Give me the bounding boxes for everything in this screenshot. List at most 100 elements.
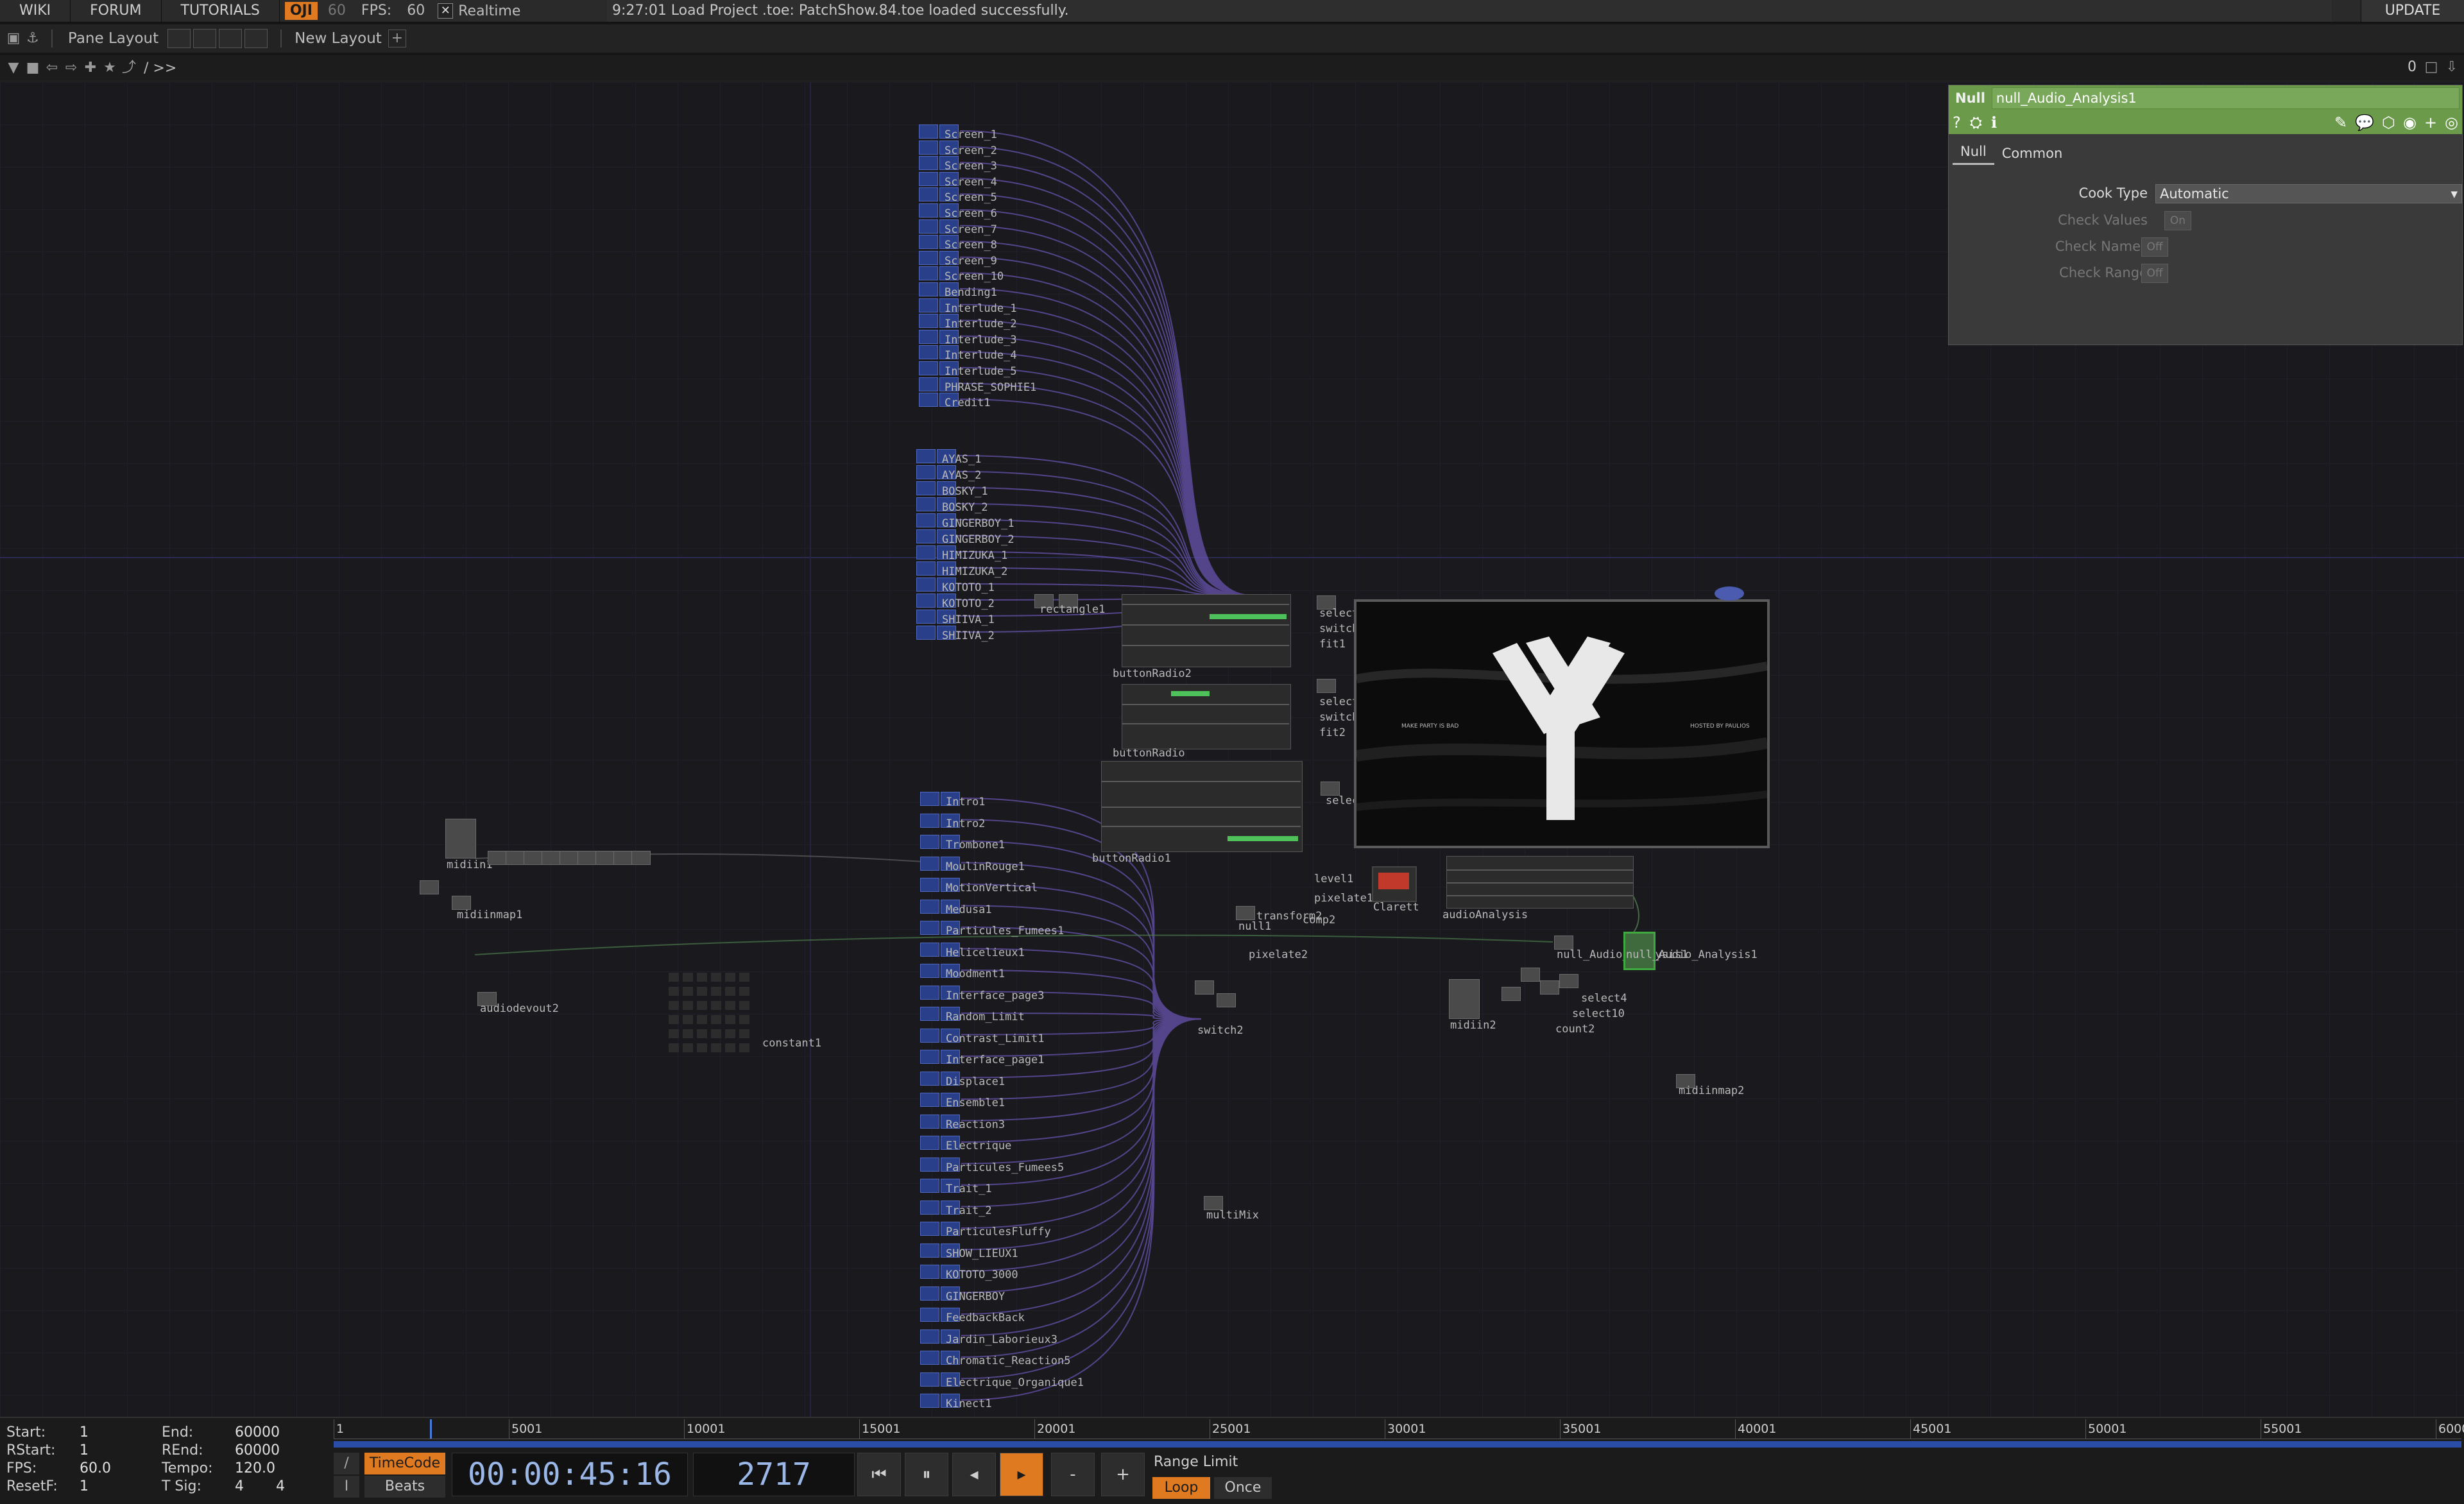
operator-node[interactable] xyxy=(919,250,938,265)
pane-layout-triple[interactable] xyxy=(219,29,243,48)
operator-node[interactable] xyxy=(916,594,936,608)
operator-node[interactable] xyxy=(916,577,936,592)
home-icon[interactable]: ✚ xyxy=(81,58,100,78)
play-icon[interactable]: ▸ xyxy=(1000,1453,1043,1496)
realtime-checkbox[interactable]: ✕ xyxy=(438,3,454,19)
midi-select-op[interactable] xyxy=(524,851,543,865)
operator-node[interactable] xyxy=(919,298,938,312)
operator-node[interactable] xyxy=(916,626,936,640)
split-icon[interactable]: ⇩ xyxy=(2442,58,2461,77)
operator-node[interactable] xyxy=(920,835,939,849)
beats-bar-icon[interactable]: I xyxy=(334,1476,359,1498)
button-radio-panel[interactable] xyxy=(1122,684,1291,749)
tsig-denominator[interactable]: 4 xyxy=(276,1478,285,1494)
target-icon[interactable]: ◎ xyxy=(2445,114,2458,132)
operator-node[interactable] xyxy=(919,329,938,344)
rend-value[interactable]: 60000 xyxy=(235,1442,280,1458)
tab-common[interactable]: Common xyxy=(1994,146,2071,165)
select3-op[interactable] xyxy=(1321,782,1340,796)
edit-icon[interactable]: ✎ xyxy=(2334,114,2347,132)
operator-node[interactable] xyxy=(920,1136,939,1150)
operator-node[interactable] xyxy=(920,1179,939,1193)
output-viewer[interactable]: MAKE PARTY IS BAD HOSTED BY PAULIOS xyxy=(1354,599,1770,848)
operator-node[interactable] xyxy=(919,187,938,202)
operator-node[interactable] xyxy=(920,813,939,828)
add-layout-icon[interactable]: + xyxy=(388,30,406,47)
oji-indicator[interactable]: OJI xyxy=(284,2,318,20)
maximize-icon[interactable]: □ xyxy=(2422,58,2441,77)
operator-node[interactable] xyxy=(920,1050,939,1064)
network-path[interactable]: / >> xyxy=(144,60,176,76)
multimix-op[interactable] xyxy=(1204,1196,1223,1210)
operator-node[interactable] xyxy=(916,529,936,543)
select-op-b[interactable] xyxy=(1521,968,1540,982)
comment-icon[interactable]: 💬 xyxy=(2355,114,2374,132)
operator-node[interactable] xyxy=(916,513,936,527)
operator-node[interactable] xyxy=(920,1157,939,1172)
operator-node[interactable] xyxy=(919,266,938,281)
operator-node[interactable] xyxy=(920,878,939,892)
operator-node[interactable] xyxy=(920,1243,939,1258)
menu-triangle-icon[interactable]: ▼ xyxy=(4,58,23,78)
operator-node[interactable] xyxy=(916,481,936,495)
operator-node[interactable] xyxy=(920,1114,939,1129)
button-radio1-panel[interactable] xyxy=(1101,761,1303,852)
timecode-toggle[interactable]: TimeCode xyxy=(364,1453,445,1474)
pause-icon[interactable]: ⏸ xyxy=(905,1453,948,1496)
step-plus-button[interactable]: + xyxy=(1101,1453,1145,1496)
operator-node[interactable] xyxy=(920,1394,939,1408)
operator-node[interactable] xyxy=(916,449,936,463)
timecode-display[interactable]: 00:00:45:16 xyxy=(452,1453,688,1496)
operator-node[interactable] xyxy=(920,1222,939,1236)
rewind-icon[interactable]: ⏮ xyxy=(857,1453,901,1496)
anchor-icon[interactable]: ⚓ xyxy=(23,29,42,48)
midiinmap1-op[interactable] xyxy=(452,896,471,910)
bookmark-icon[interactable]: ★ xyxy=(100,58,119,78)
operator-node[interactable] xyxy=(919,393,938,407)
null1-op[interactable] xyxy=(1236,906,1255,920)
operator-node[interactable] xyxy=(920,1329,939,1344)
null-audio-op[interactable] xyxy=(1554,936,1573,950)
midiin1-op[interactable] xyxy=(445,819,476,859)
cook-type-dropdown[interactable]: Automatic ▾ xyxy=(2155,184,2462,203)
range-bar[interactable] xyxy=(334,1441,2461,1448)
operator-node[interactable] xyxy=(916,561,936,576)
midi-select-op[interactable] xyxy=(613,851,633,865)
operator-node[interactable] xyxy=(919,361,938,375)
midiin2-op[interactable] xyxy=(1449,979,1480,1019)
operator-node[interactable] xyxy=(916,465,936,479)
check-range-toggle[interactable]: Off xyxy=(2141,264,2168,283)
operator-node[interactable] xyxy=(920,1028,939,1043)
operator-node[interactable] xyxy=(920,1007,939,1021)
operator-node[interactable] xyxy=(920,899,939,914)
operator-node[interactable] xyxy=(919,314,938,329)
help-icon[interactable]: ? xyxy=(1953,114,1961,132)
resetf-value[interactable]: 1 xyxy=(80,1478,89,1494)
operator-node[interactable] xyxy=(919,171,938,186)
op-name-field[interactable]: null_Audio_Analysis1 xyxy=(1991,87,2460,109)
start-value[interactable]: 1 xyxy=(80,1424,89,1440)
step-minus-button[interactable]: - xyxy=(1051,1453,1095,1496)
midi-select-op[interactable] xyxy=(578,851,597,865)
forward-icon[interactable]: ⇨ xyxy=(62,58,81,78)
select-op-a[interactable] xyxy=(1502,987,1521,1001)
beats-toggle[interactable]: Beats xyxy=(364,1476,445,1498)
fps-value[interactable]: 60.0 xyxy=(80,1460,111,1476)
select1-op[interactable] xyxy=(1317,679,1336,693)
audio-analysis-panel[interactable] xyxy=(1446,856,1634,909)
cube-icon[interactable]: ⬡ xyxy=(2382,114,2395,132)
operator-node[interactable] xyxy=(919,140,938,155)
operator-node[interactable] xyxy=(920,1071,939,1086)
viewer-handle[interactable] xyxy=(1715,586,1744,601)
midi-select-op[interactable] xyxy=(560,851,579,865)
operator-node[interactable] xyxy=(920,1093,939,1107)
select-op-c[interactable] xyxy=(1540,980,1559,995)
operator-node[interactable] xyxy=(920,1308,939,1322)
midi-select-op[interactable] xyxy=(488,851,507,865)
operator-node[interactable] xyxy=(916,610,936,624)
operator-node[interactable] xyxy=(920,1351,939,1365)
pane-layout-single[interactable] xyxy=(167,29,191,48)
midi-select-op[interactable] xyxy=(542,851,561,865)
python-logo-icon[interactable]: ◉ xyxy=(2403,114,2417,132)
operator-node[interactable] xyxy=(920,921,939,935)
